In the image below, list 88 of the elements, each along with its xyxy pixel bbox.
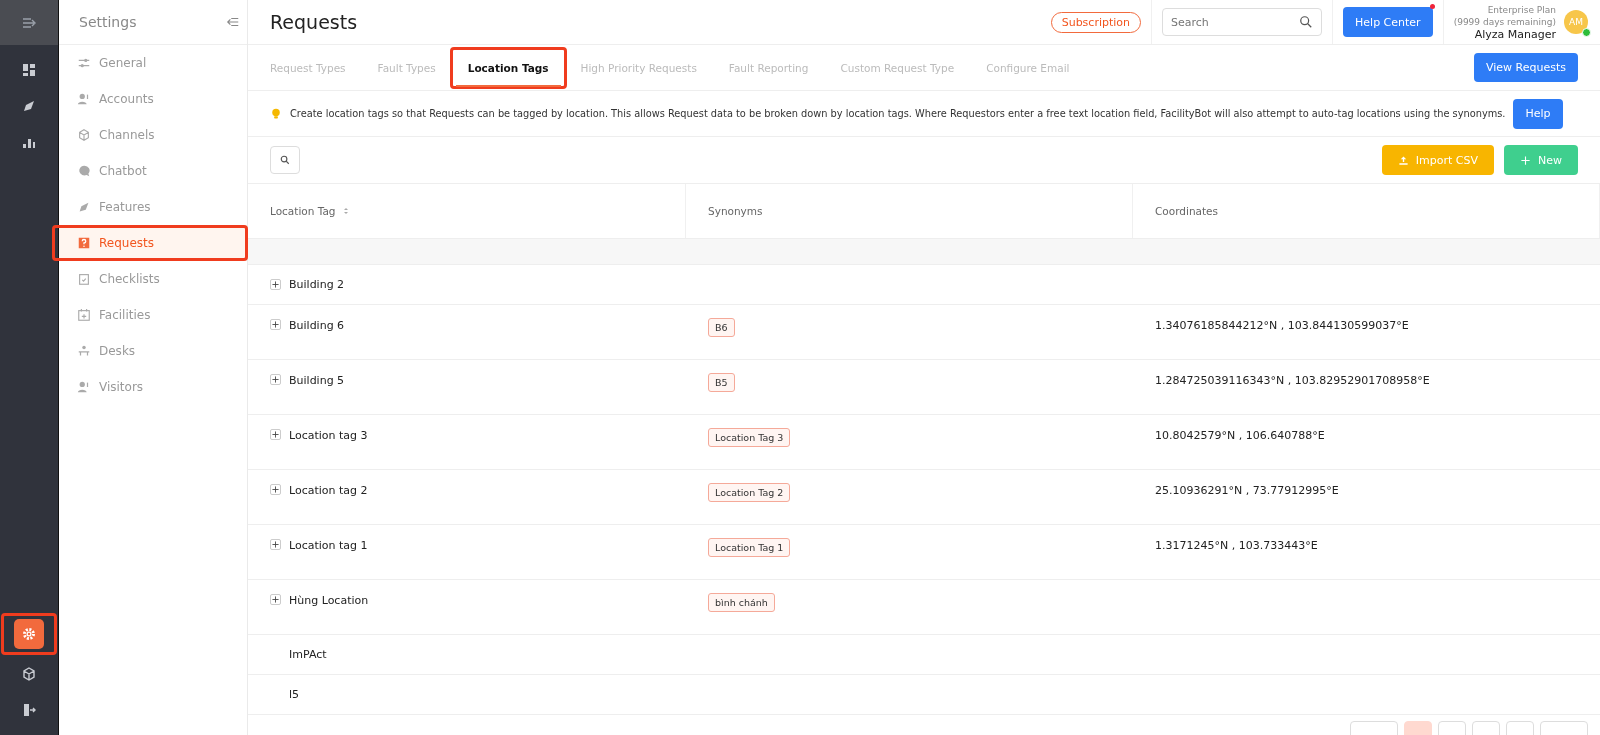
- desk-icon: [77, 344, 91, 358]
- table-cell: Location tag 3: [289, 429, 368, 442]
- expand-button[interactable]: [270, 594, 281, 605]
- plus-icon: [272, 376, 279, 383]
- plan-remaining: (9999 days remaining): [1453, 15, 1556, 28]
- users-icon: [77, 92, 91, 106]
- table-cell: 1.34076185844212°N , 103.844130599037°E: [1155, 319, 1409, 332]
- info-text: Create location tags so that Requests can be tagged by location. This allows Request data to be broken down by location tags. Where Requestors enter a free text location field, FacilityBot will also attempt to auto-tag locations using the synonyms.: [290, 108, 1506, 119]
- search-field[interactable]: Search: [1162, 8, 1323, 36]
- table-cell: Building 6: [289, 319, 345, 332]
- new-button[interactable]: New: [1504, 145, 1578, 175]
- sidebar-item[interactable]: Chatbot: [59, 153, 247, 189]
- clipboard-icon: [77, 272, 91, 286]
- expand-button[interactable]: [270, 429, 281, 440]
- synonym-tag: bình chánh: [708, 593, 775, 612]
- tab[interactable]: High Priority Requests: [568, 48, 709, 87]
- sidebar-item[interactable]: Accounts: [59, 81, 247, 117]
- avatar[interactable]: AM: [1564, 10, 1588, 34]
- plus-icon: [272, 281, 279, 288]
- tab[interactable]: Configure Email: [974, 48, 1082, 87]
- tab[interactable]: Custom Request Type: [828, 48, 967, 87]
- table-cell: 10.8042579°N , 106.640788°E: [1155, 429, 1325, 442]
- users-icon: [77, 380, 91, 394]
- table-cell: Location tag 1: [289, 539, 368, 552]
- import-csv-button[interactable]: Import CSV: [1381, 145, 1494, 175]
- expand-button[interactable]: [270, 374, 281, 385]
- expand-button[interactable]: [270, 319, 281, 330]
- plus-icon: [1520, 154, 1531, 166]
- search-icon: [1299, 15, 1314, 29]
- dashboard-icon: [21, 62, 37, 78]
- view-requests-button[interactable]: View Requests: [1474, 53, 1578, 82]
- help-center-button[interactable]: Help Center: [1343, 7, 1433, 37]
- sliders-icon: [77, 56, 91, 70]
- cube-icon: [77, 128, 91, 142]
- synonym-tag: Location Tag 1: [708, 538, 791, 557]
- tab[interactable]: Request Types: [258, 48, 358, 87]
- synonym-tag: Location Tag 3: [708, 428, 791, 447]
- plus-icon: [272, 486, 279, 493]
- synonym-tag: B6: [708, 318, 735, 337]
- table-cell: l5: [289, 688, 300, 701]
- plan-name: Enterprise Plan: [1486, 3, 1556, 16]
- synonym-tag: Location Tag 2: [708, 483, 791, 502]
- user-name: Alyza Manager: [1473, 27, 1556, 41]
- collapse-icon: [226, 15, 240, 29]
- sidebar-item[interactable]: Checklists: [59, 261, 247, 297]
- settings-icon: [21, 626, 37, 642]
- page-title: Requests: [270, 11, 358, 33]
- column-header: Synonyms: [708, 205, 763, 217]
- plus-icon: [272, 596, 279, 603]
- logout-icon: [21, 702, 37, 718]
- table-cell: Hùng Location: [289, 594, 369, 607]
- expand-button[interactable]: [270, 484, 281, 495]
- plus-icon: [272, 321, 279, 328]
- sidebar-item[interactable]: Visitors: [59, 369, 247, 405]
- table-cell: 1.284725039116343°N , 103.82952901708958°E: [1155, 374, 1430, 387]
- tab[interactable]: Fault Reporting: [716, 48, 821, 87]
- upload-icon: [1397, 154, 1409, 166]
- table-cell: 1.3171245°N , 103.733443°E: [1155, 539, 1318, 552]
- synonym-tag: B5: [708, 373, 735, 392]
- settings-button[interactable]: [14, 619, 44, 649]
- calendar-icon: [77, 308, 91, 322]
- table-cell: Building 2: [289, 278, 345, 291]
- sidebar-item[interactable]: Desks: [59, 333, 247, 369]
- tab[interactable]: Fault Types: [365, 48, 448, 87]
- sidebar-item[interactable]: General: [59, 45, 247, 81]
- search-button[interactable]: [270, 146, 300, 174]
- search-icon: [280, 155, 290, 165]
- chat-bubble-icon: [77, 164, 91, 178]
- cube-icon: [21, 666, 37, 682]
- sidebar-item[interactable]: Facilities: [59, 297, 247, 333]
- table-cell: Location tag 2: [289, 484, 368, 497]
- sidebar-item[interactable]: Features: [59, 189, 247, 225]
- table-cell: Building 5: [289, 374, 345, 387]
- help-button[interactable]: Help: [1513, 98, 1563, 129]
- column-header: Coordinates: [1155, 205, 1219, 217]
- tab[interactable]: Location Tags: [455, 48, 561, 87]
- plus-icon: [272, 541, 279, 548]
- lightbulb-icon: [270, 106, 282, 121]
- sidebar-title: Settings: [79, 14, 137, 30]
- sidebar-item[interactable]: Channels: [59, 117, 247, 153]
- table-cell: 25.10936291°N , 73.77912995°E: [1155, 484, 1339, 497]
- expand-button[interactable]: [270, 279, 281, 290]
- column-header[interactable]: Location Tag: [270, 205, 350, 217]
- expand-button[interactable]: [270, 539, 281, 550]
- question-icon: [77, 236, 91, 250]
- table-cell: ImPAct: [289, 648, 327, 661]
- plus-icon: [272, 431, 279, 438]
- subscription-button[interactable]: Subscription: [1050, 11, 1142, 33]
